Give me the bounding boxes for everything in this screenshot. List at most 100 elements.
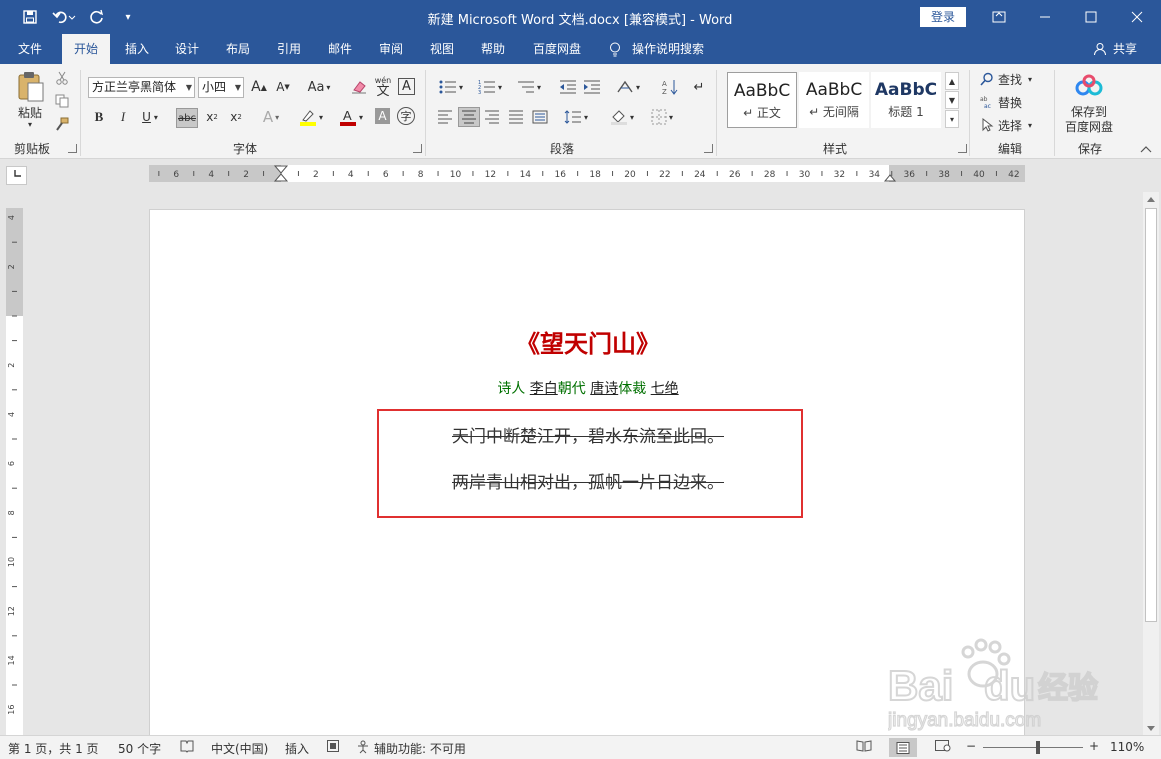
styles-launcher-icon[interactable] xyxy=(958,144,967,153)
zoom-out-icon[interactable]: − xyxy=(966,739,976,753)
line-spacing-icon[interactable]: ▾ xyxy=(560,108,592,126)
subscript-icon[interactable]: x2 xyxy=(203,108,221,126)
copy-icon[interactable] xyxy=(54,93,70,109)
dynasty-link[interactable]: 唐诗 xyxy=(590,381,618,397)
redo-icon[interactable] xyxy=(88,8,106,26)
tab-design[interactable]: 设计 xyxy=(166,34,208,64)
paste-icon[interactable] xyxy=(13,70,49,104)
bold-icon[interactable]: B xyxy=(91,108,107,126)
numbering-icon[interactable]: 1 2 3 ▾ xyxy=(474,78,506,96)
login-button[interactable]: 登录 xyxy=(920,7,966,27)
collapse-ribbon-icon[interactable] xyxy=(1138,142,1154,156)
superscript-icon[interactable]: x2 xyxy=(227,108,245,126)
baidu-netdisk-icon[interactable] xyxy=(1074,72,1104,100)
undo-icon[interactable] xyxy=(50,8,78,26)
italic-icon[interactable]: I xyxy=(115,108,131,126)
find-button[interactable]: 查找 ▾ xyxy=(980,70,1044,88)
poem-meta[interactable]: 诗人 李白朝代 唐诗体裁 七绝 xyxy=(150,378,1026,398)
vertical-ruler[interactable]: 4 2 2 4 6 8 10 12 14 16 xyxy=(6,208,23,735)
style-heading-1[interactable]: AaBbC 标题 1 xyxy=(871,72,941,128)
chinese-layout-icon[interactable]: ▾ xyxy=(612,78,644,96)
enclose-characters-icon[interactable]: 字 xyxy=(397,107,415,125)
phonetic-guide-icon[interactable]: wén 文 xyxy=(373,76,393,98)
strikethrough-icon[interactable]: abc xyxy=(176,108,198,128)
insert-mode[interactable]: 插入 xyxy=(285,740,309,757)
save-icon[interactable] xyxy=(21,8,39,26)
decrease-indent-icon[interactable] xyxy=(558,78,578,96)
poem-title[interactable]: 《望天门山》 xyxy=(150,324,1026,359)
macro-recording-icon[interactable] xyxy=(327,740,339,755)
paste-button[interactable]: 粘贴 xyxy=(13,104,47,120)
zoom-level[interactable]: 110% xyxy=(1110,740,1144,754)
page-count[interactable]: 第 1 页，共 1 页 xyxy=(8,740,99,757)
grow-font-icon[interactable]: A ▲ xyxy=(250,78,268,96)
shading-icon[interactable]: ▾ xyxy=(606,108,638,126)
distributed-icon[interactable] xyxy=(530,108,550,126)
scrollbar-thumb[interactable] xyxy=(1145,208,1157,622)
tab-home[interactable]: 开始 xyxy=(62,34,110,64)
styles-scroll-up-icon[interactable]: ▲ xyxy=(945,72,959,90)
tell-me-search[interactable]: 操作说明搜索 xyxy=(632,34,714,64)
font-name-combo[interactable]: 方正兰亭黑简体 ▼ xyxy=(88,77,195,98)
maximize-icon[interactable] xyxy=(1068,0,1114,34)
character-border-icon[interactable]: A xyxy=(398,78,415,95)
proofing-icon[interactable] xyxy=(180,740,194,756)
justify-icon[interactable] xyxy=(506,108,526,126)
cut-icon[interactable] xyxy=(54,70,70,86)
word-count[interactable]: 50 个字 xyxy=(118,740,161,757)
multilevel-list-icon[interactable]: ▾ xyxy=(513,78,545,96)
underline-icon[interactable]: U ▾ xyxy=(138,108,162,126)
customize-qat-icon[interactable]: ▾ xyxy=(119,8,137,26)
tab-layout[interactable]: 布局 xyxy=(217,34,259,64)
clear-formatting-icon[interactable] xyxy=(350,78,368,96)
align-left-icon[interactable] xyxy=(435,108,455,126)
font-size-combo[interactable]: 小四 ▼ xyxy=(198,77,244,98)
text-effects-icon[interactable]: A ▾ xyxy=(256,108,286,126)
align-center-icon[interactable] xyxy=(458,107,480,127)
save-to-netdisk-line2[interactable]: 百度网盘 xyxy=(1062,119,1116,134)
sort-icon[interactable]: AZ xyxy=(660,78,680,96)
select-button[interactable]: 选择 ▾ xyxy=(980,116,1044,134)
paragraph-launcher-icon[interactable] xyxy=(704,144,713,153)
accessibility-icon[interactable] xyxy=(357,740,372,757)
styles-more-icon[interactable]: ▾ xyxy=(945,110,959,128)
horizontal-ruler[interactable]: 6 4 2 2 4 6 8 10 12 14 16 18 20 22 24 26 28 30 32 34 36 38 40 4… xyxy=(149,165,1025,182)
person-icon[interactable] xyxy=(1092,34,1108,64)
borders-icon[interactable]: ▾ xyxy=(646,108,678,126)
paste-dropdown-icon[interactable]: ▾ xyxy=(22,119,38,129)
ribbon-display-options-icon[interactable] xyxy=(976,0,1022,34)
poet-link[interactable]: 李白 xyxy=(530,381,558,397)
font-color-button[interactable]: A ▾ xyxy=(335,106,367,128)
tab-selector[interactable] xyxy=(6,166,27,185)
print-layout-icon[interactable] xyxy=(889,738,917,757)
tab-insert[interactable]: 插入 xyxy=(116,34,158,64)
scroll-down-icon[interactable] xyxy=(1143,721,1159,735)
tab-mailings[interactable]: 邮件 xyxy=(319,34,361,64)
zoom-slider-thumb[interactable] xyxy=(1036,741,1040,754)
highlight-color-button[interactable]: ▾ xyxy=(295,106,327,128)
tab-file[interactable]: 文件 xyxy=(8,34,52,64)
font-launcher-icon[interactable] xyxy=(413,144,422,153)
tab-baidu-netdisk[interactable]: 百度网盘 xyxy=(524,34,590,64)
style-no-spacing[interactable]: AaBbC ↵ 无间隔 xyxy=(799,72,869,128)
genre-link[interactable]: 七绝 xyxy=(651,381,679,397)
increase-indent-icon[interactable] xyxy=(582,78,602,96)
read-mode-icon[interactable] xyxy=(856,740,872,755)
styles-scroll-down-icon[interactable]: ▼ xyxy=(945,91,959,109)
align-right-icon[interactable] xyxy=(482,108,502,126)
replace-button[interactable]: ab ac 替换 xyxy=(980,93,1030,111)
web-layout-icon[interactable] xyxy=(935,740,951,755)
format-painter-icon[interactable] xyxy=(54,116,70,132)
share-button[interactable]: 共享 xyxy=(1110,34,1140,64)
shrink-font-icon[interactable]: A ▼ xyxy=(274,78,292,96)
close-icon[interactable] xyxy=(1114,0,1160,34)
accessibility-status[interactable]: 辅助功能: 不可用 xyxy=(374,740,466,757)
tab-help[interactable]: 帮助 xyxy=(472,34,514,64)
scroll-up-icon[interactable] xyxy=(1143,192,1159,206)
tab-view[interactable]: 视图 xyxy=(421,34,463,64)
clipboard-launcher-icon[interactable] xyxy=(68,144,77,153)
bullets-icon[interactable]: ▾ xyxy=(435,78,467,96)
character-shading-icon[interactable]: A xyxy=(375,108,390,124)
tab-review[interactable]: 审阅 xyxy=(370,34,412,64)
lightbulb-icon[interactable] xyxy=(606,34,624,64)
